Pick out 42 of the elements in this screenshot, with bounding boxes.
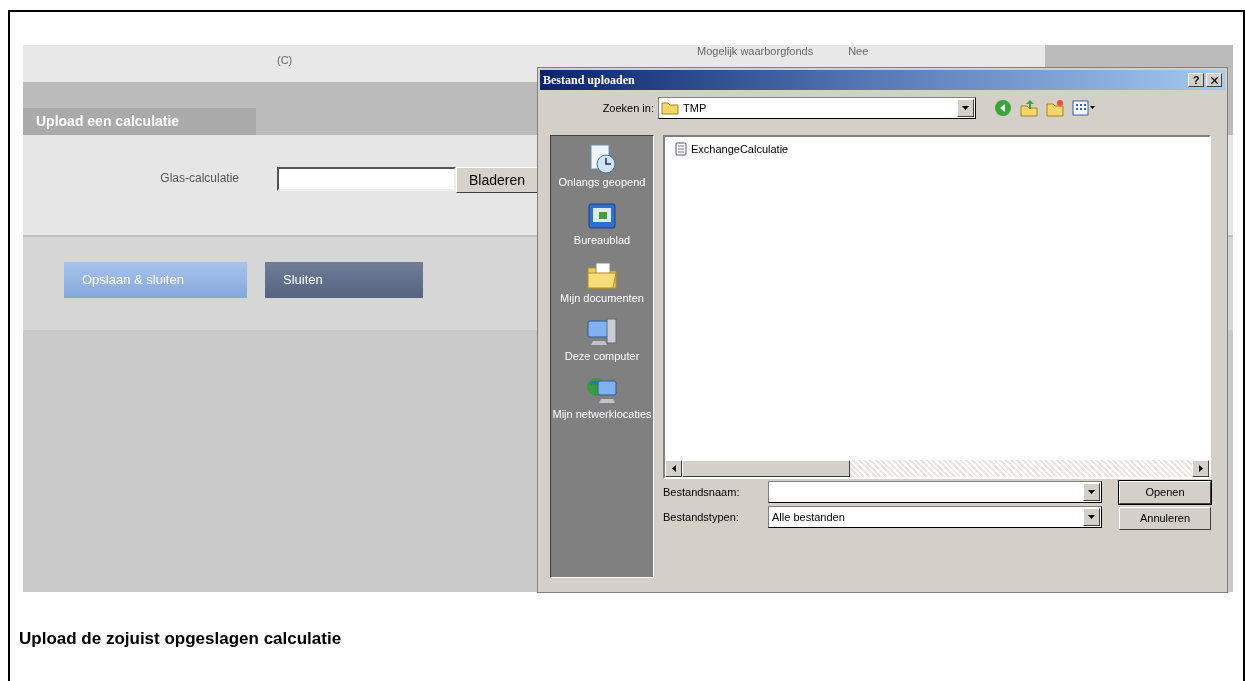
filetype-label: Bestandstypen: — [663, 509, 740, 525]
place-item[interactable]: Mijn documenten — [551, 258, 653, 304]
field-label: Glas-calculatie — [159, 170, 239, 187]
back-icon[interactable] — [994, 99, 1012, 117]
view-menu-icon[interactable] — [1072, 100, 1096, 116]
close-button[interactable] — [1206, 73, 1222, 87]
place-item[interactable]: Mijn netwerklocaties — [551, 374, 653, 420]
new-folder-icon[interactable] — [1046, 99, 1064, 117]
file-item[interactable]: ExchangeCalculatie — [675, 141, 789, 158]
caption: Upload de zojuist opgeslagen calculatie — [19, 628, 343, 650]
place-item[interactable]: Deze computer — [551, 316, 653, 362]
caret-icon — [962, 106, 969, 110]
place-item[interactable]: Onlangs geopend — [551, 142, 653, 188]
dropdown-button[interactable] — [1083, 483, 1100, 501]
dropdown-button[interactable] — [1083, 508, 1100, 526]
folder-icon — [661, 101, 679, 115]
horizontal-scrollbar[interactable] — [665, 460, 1209, 477]
look-in-label: Zoeken in: — [601, 100, 655, 116]
cancel-button[interactable]: Annuleren — [1119, 507, 1211, 530]
scroll-left-icon — [671, 465, 676, 472]
filename-field[interactable] — [768, 481, 1102, 503]
folder-name: TMP — [683, 100, 707, 116]
text-file-icon — [675, 142, 687, 157]
close-icon — [1208, 74, 1220, 86]
section-title: Upload een calculatie — [23, 108, 256, 135]
filetype-dropdown[interactable]: Alle bestanden — [768, 506, 1102, 528]
dropdown-button[interactable] — [957, 99, 974, 117]
field-label: Mogelijk waarborgfonds — [697, 45, 814, 59]
place-item[interactable]: Bureaublad — [551, 200, 653, 246]
scroll-right-icon — [1198, 465, 1203, 472]
field-value: Nee — [848, 45, 869, 59]
help-button[interactable]: ? — [1188, 73, 1204, 87]
file-input[interactable] — [277, 167, 456, 191]
open-button[interactable]: Openen — [1119, 481, 1211, 504]
filetype-value: Alle bestanden — [772, 509, 845, 525]
caret-icon — [1088, 490, 1095, 494]
window-title: Bestand uploaden — [543, 72, 635, 89]
caret-icon — [1088, 515, 1095, 519]
field-value: (C) — [277, 54, 293, 66]
close-button[interactable]: Sluiten — [265, 262, 423, 298]
filename-label: Bestandsnaam: — [663, 484, 741, 500]
look-in-dropdown[interactable]: TMP — [658, 97, 976, 119]
